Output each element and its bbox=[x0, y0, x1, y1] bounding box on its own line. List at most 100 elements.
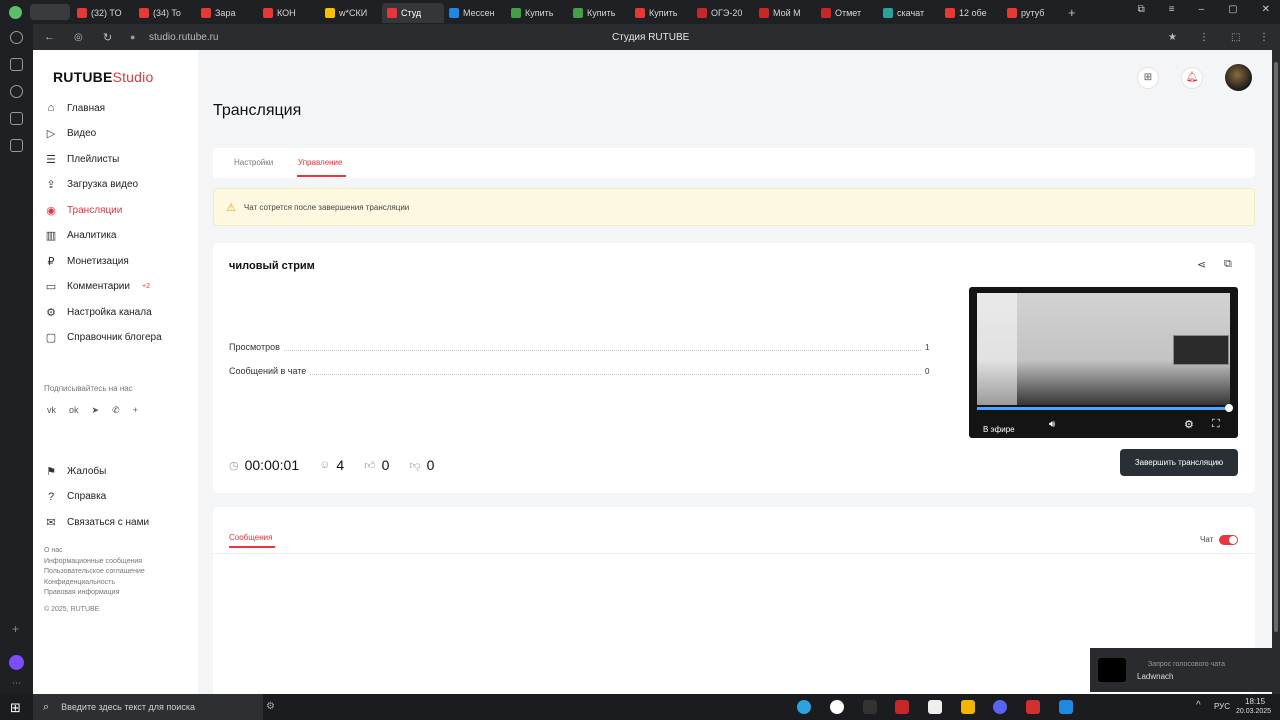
address-bar: ← ◎ ↻ ● studio.rutube.ru Студия RUTUBE ★… bbox=[0, 24, 1280, 50]
clock-date[interactable]: 20.03.2025 bbox=[1236, 708, 1271, 715]
avatar[interactable] bbox=[1225, 64, 1252, 91]
browser-tab[interactable]: Студ bbox=[382, 3, 444, 23]
browser-tab[interactable]: Купить bbox=[630, 3, 692, 23]
browser-tab[interactable]: (32) TO bbox=[72, 3, 134, 23]
more-icon[interactable]: ⋮ bbox=[1199, 32, 1209, 43]
sidebar-bottom-item[interactable]: ? Справка bbox=[45, 487, 106, 507]
footer-link[interactable]: Правовая информация bbox=[44, 588, 145, 599]
app-icon-1[interactable] bbox=[863, 700, 877, 714]
download-icon[interactable]: ⬚ bbox=[1231, 32, 1240, 43]
minimize-icon[interactable]: – bbox=[1199, 4, 1205, 15]
browser-tab[interactable]: КОН bbox=[258, 3, 320, 23]
app-icon-2[interactable] bbox=[895, 700, 909, 714]
discord-icon[interactable] bbox=[993, 700, 1007, 714]
fullscreen-icon[interactable]: ⛶ bbox=[1212, 418, 1220, 431]
sidebar-bottom-item[interactable]: ✉ Связаться с нами bbox=[45, 512, 149, 532]
bookmark-icon[interactable]: ★ bbox=[1168, 32, 1177, 43]
screenshot-icon[interactable] bbox=[10, 139, 23, 152]
telegram-taskbar-icon[interactable] bbox=[797, 700, 811, 714]
app-icon-4[interactable] bbox=[1059, 700, 1073, 714]
extension-icon[interactable]: ◎ bbox=[74, 32, 83, 43]
sidebar-item[interactable]: ◉ Трансляции bbox=[45, 200, 122, 220]
menu-icon[interactable]: ≡ bbox=[1169, 4, 1175, 15]
end-stream-button[interactable]: Завершить трансляцию bbox=[1120, 449, 1238, 476]
tray-chevron-icon[interactable]: ^ bbox=[1196, 700, 1201, 711]
add-content-button[interactable]: ⊞ bbox=[1137, 66, 1159, 89]
browser-tab[interactable]: Купить bbox=[506, 3, 568, 23]
assistant-icon[interactable] bbox=[9, 655, 24, 670]
page-scrollbar[interactable] bbox=[1272, 50, 1280, 694]
sidebar-bottom-item[interactable]: ⚑ Жалобы bbox=[45, 461, 106, 481]
add-panel-icon[interactable]: + bbox=[12, 622, 19, 636]
notifications-button[interactable]: 🔔︎ bbox=[1181, 66, 1203, 89]
taskbar-search[interactable]: ⌕ Введите здесь текст для поиска bbox=[33, 694, 263, 720]
capcut-icon[interactable] bbox=[928, 700, 942, 714]
sidebar-item[interactable]: ⌂ Главная bbox=[45, 98, 105, 118]
profile-icon[interactable]: ⋮ bbox=[1259, 32, 1269, 43]
sidebar-item[interactable]: ▭ Комментарии +2 bbox=[45, 277, 150, 297]
player-settings-icon[interactable]: ⚙ bbox=[1184, 418, 1194, 431]
browser-tab[interactable]: Купить bbox=[568, 3, 630, 23]
browser-tab[interactable]: w*СКИ bbox=[320, 3, 382, 23]
more-socials-icon[interactable]: + bbox=[133, 405, 138, 416]
monetization-icon: ₽ bbox=[47, 255, 55, 268]
language-indicator[interactable]: РУС bbox=[1214, 702, 1230, 711]
viber-icon[interactable]: ✆ bbox=[112, 405, 120, 416]
calendar-icon[interactable] bbox=[10, 112, 23, 125]
clock-time[interactable]: 18:15 bbox=[1245, 697, 1265, 706]
tab-search-icon[interactable]: ⧉ bbox=[1138, 4, 1145, 15]
tab-messages[interactable]: Сообщения bbox=[229, 533, 272, 542]
browser-tab[interactable]: Зара bbox=[196, 3, 258, 23]
open-external-icon[interactable]: ⧉ bbox=[1224, 258, 1232, 271]
widgets-icon[interactable]: ⚙ bbox=[266, 701, 275, 712]
footer-link[interactable]: Пользовательское соглашение bbox=[44, 567, 145, 578]
search-placeholder: Введите здесь текст для поиска bbox=[61, 702, 195, 712]
play-icon[interactable] bbox=[10, 85, 23, 98]
sidebar-item[interactable]: ▥ Аналитика bbox=[45, 226, 117, 246]
stream-preview-player[interactable]: В эфире 🔊︎ ⚙ ⛶ bbox=[969, 287, 1238, 438]
app-icon-3[interactable] bbox=[1026, 700, 1040, 714]
history-icon[interactable] bbox=[10, 31, 23, 44]
vk-icon[interactable]: vk bbox=[47, 405, 56, 416]
voice-chat-notification[interactable]: Запрос голосового чата Ladwnach bbox=[1090, 648, 1280, 692]
explorer-icon[interactable] bbox=[961, 700, 975, 714]
sidebar-item[interactable]: ⚙ Настройка канала bbox=[45, 302, 152, 322]
browser-tab[interactable]: рутуб bbox=[1002, 3, 1064, 23]
browser-logo-icon[interactable] bbox=[8, 5, 22, 19]
yandex-browser-icon[interactable] bbox=[830, 700, 844, 714]
logo[interactable]: RUTUBEStudio bbox=[53, 69, 153, 85]
chat-toggle[interactable] bbox=[1219, 535, 1238, 545]
sidebar-item[interactable]: ▷ Видео bbox=[45, 124, 96, 144]
share-icon[interactable]: ⋖ bbox=[1197, 258, 1206, 271]
sidebar-item[interactable]: ⇪ Загрузка видео bbox=[45, 175, 138, 195]
new-tab-button[interactable]: + bbox=[1068, 5, 1076, 20]
volume-icon[interactable]: 🔊︎ bbox=[1049, 419, 1055, 430]
progress-bar[interactable] bbox=[977, 407, 1230, 410]
browser-tab[interactable]: Мессен bbox=[444, 3, 506, 23]
footer-link[interactable]: О нас bbox=[44, 546, 145, 557]
sidebar-item[interactable]: ₽ Монетизация bbox=[45, 251, 129, 271]
browser-tab[interactable]: скачат bbox=[878, 3, 940, 23]
browser-tab[interactable]: Мой М bbox=[754, 3, 816, 23]
ok-icon[interactable]: ok bbox=[69, 405, 79, 416]
url-text[interactable]: studio.rutube.ru bbox=[149, 32, 219, 43]
maximize-icon[interactable]: ▢ bbox=[1228, 4, 1237, 15]
tab-management[interactable]: Управление bbox=[298, 158, 342, 167]
back-icon[interactable]: ← bbox=[44, 31, 55, 43]
sidebar-menu-icon[interactable]: ⋯ bbox=[12, 678, 21, 689]
footer-link[interactable]: Информационные сообщения bbox=[44, 557, 145, 568]
browser-tab[interactable]: 12 обе bbox=[940, 3, 1002, 23]
sidebar-item[interactable]: ▢ Справочник блогера bbox=[45, 328, 162, 348]
close-icon[interactable]: ✕ bbox=[1262, 4, 1270, 15]
browser-tab[interactable]: (34) To bbox=[134, 3, 196, 23]
browser-tab[interactable]: ОГЭ-20 bbox=[692, 3, 754, 23]
collections-icon[interactable] bbox=[10, 58, 23, 71]
sidebar-item[interactable]: ☰ Плейлисты bbox=[45, 149, 119, 169]
tab-list-button[interactable] bbox=[30, 4, 70, 20]
browser-tab[interactable]: Отмет bbox=[816, 3, 878, 23]
footer-link[interactable]: Конфиденциальность bbox=[44, 578, 145, 589]
windows-start-icon[interactable]: ⊞ bbox=[10, 700, 21, 716]
telegram-icon[interactable]: ➤ bbox=[92, 405, 100, 416]
tab-settings[interactable]: Настройки bbox=[234, 158, 273, 167]
reload-icon[interactable]: ↻ bbox=[103, 31, 112, 44]
